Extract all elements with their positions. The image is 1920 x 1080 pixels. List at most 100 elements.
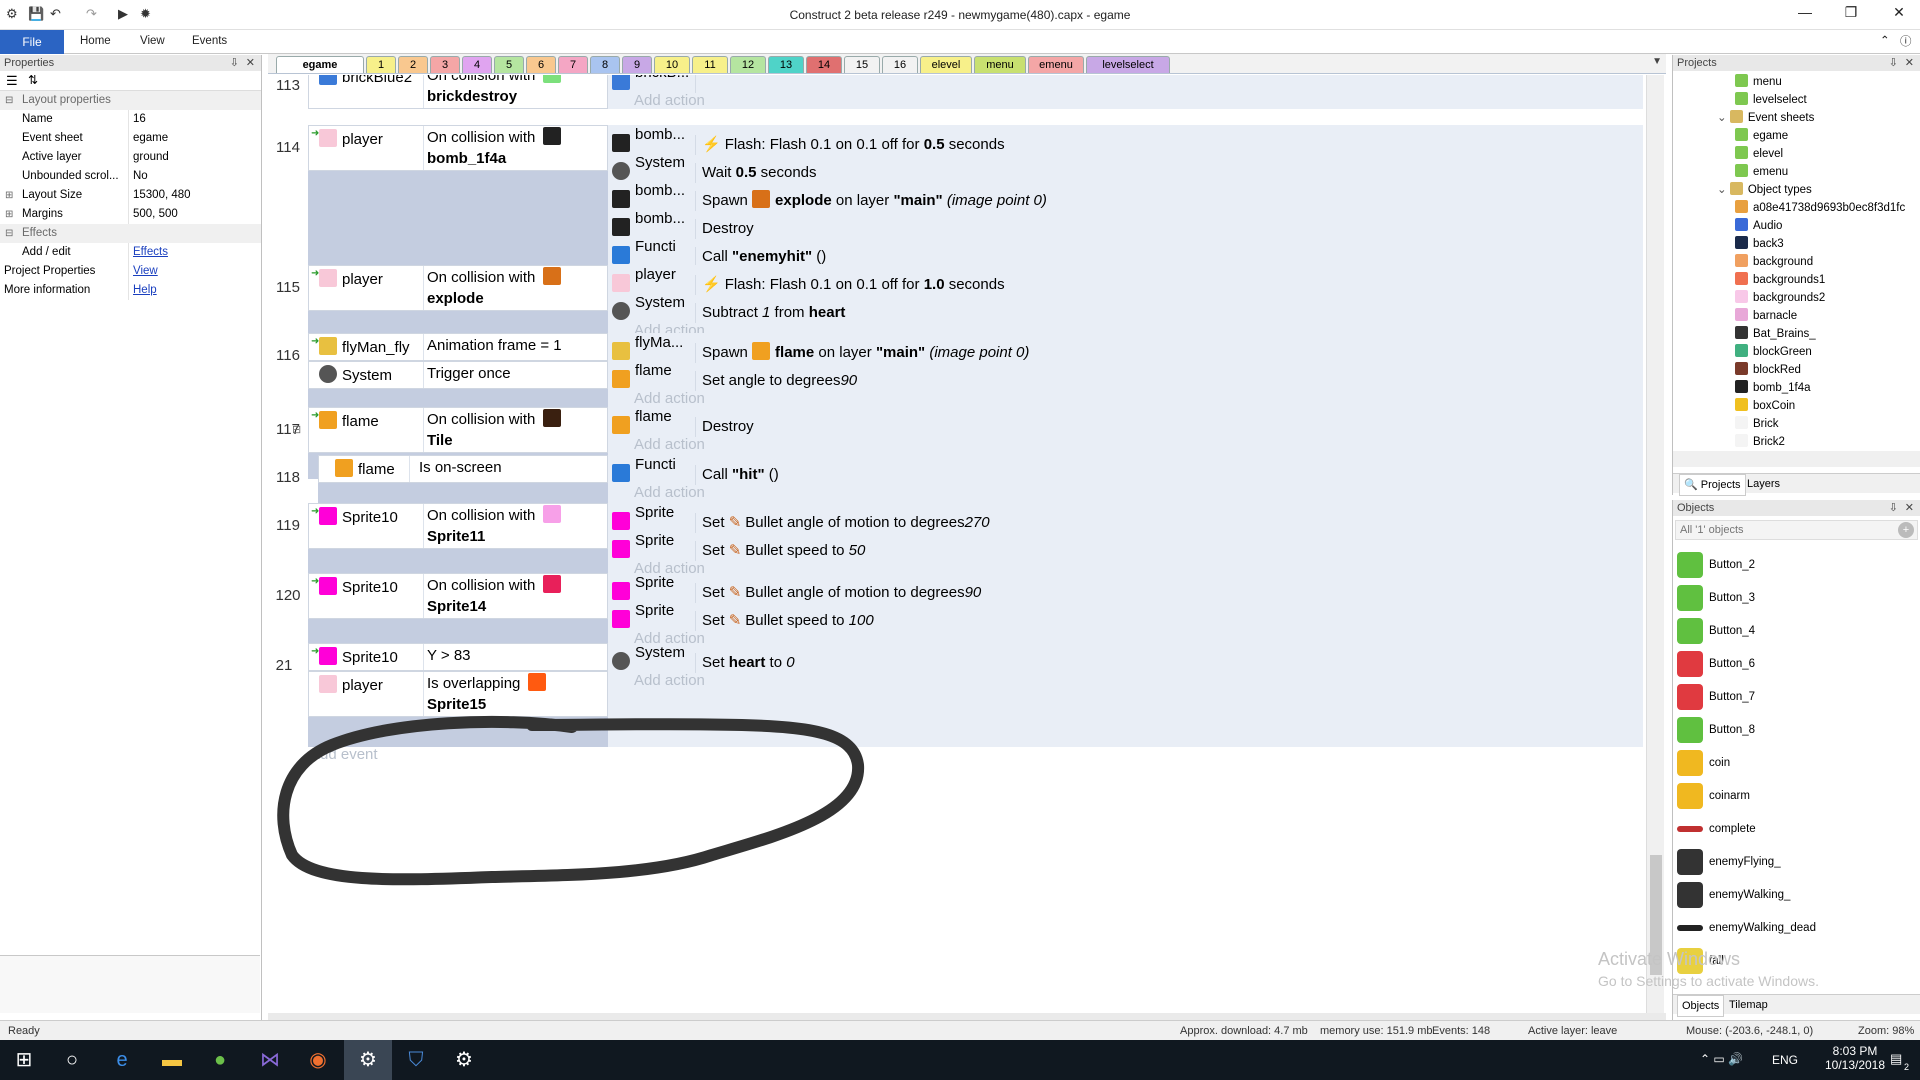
project-tree-item[interactable]: ⌄ Object types	[1717, 181, 1812, 199]
action[interactable]: System Set heart to 0	[612, 639, 1632, 674]
tab-tilemap[interactable]: Tilemap	[1729, 995, 1768, 1015]
object-list-item[interactable]: Button_7	[1677, 682, 1755, 712]
project-tree-item[interactable]: menu	[1735, 73, 1782, 91]
close-icon[interactable]: ✕	[246, 55, 255, 71]
condition[interactable]: System Trigger once	[308, 361, 608, 389]
object-list-item[interactable]: enemyWalking_	[1677, 880, 1790, 910]
tab-12[interactable]: 12	[730, 56, 766, 73]
condition[interactable]: Sprite10 ➜ On collision with Sprite14	[308, 573, 608, 619]
project-tree-item[interactable]: backgrounds1	[1735, 271, 1825, 289]
project-tree-item[interactable]: boxCoin	[1735, 397, 1795, 415]
tab-3[interactable]: 3	[430, 56, 460, 73]
project-tree-item[interactable]: Brick2	[1735, 433, 1785, 451]
action[interactable]: Functi Call "hit" ()	[612, 451, 1632, 486]
object-list-item[interactable]: Button_4	[1677, 616, 1755, 646]
add-action-link[interactable]: Add action	[634, 667, 705, 695]
action[interactable]: SpriteSet ✎ Bullet angle of motion to deg…	[612, 499, 1632, 534]
defender-icon[interactable]: ⛉	[392, 1040, 440, 1080]
events-scrollbar[interactable]	[1646, 75, 1664, 1013]
action[interactable]: SystemSubtract 1 from heart	[612, 289, 1632, 324]
action[interactable]: SystemWait 0.5 seconds	[612, 149, 1632, 184]
prop-add-edit-effects[interactable]: Add / edit Effects	[0, 243, 261, 262]
tab-8[interactable]: 8	[590, 56, 620, 73]
project-tree-item[interactable]: backgrounds2	[1735, 289, 1825, 307]
object-list-item[interactable]: enemyFlying_	[1677, 847, 1781, 877]
help-link[interactable]: Help	[133, 281, 157, 300]
notification-icon[interactable]: ▤	[1890, 1051, 1902, 1067]
prop-more-information[interactable]: More information Help	[0, 281, 261, 300]
action[interactable]: player⚡ Flash: Flash 0.1 on 0.1 off for 1…	[612, 261, 1632, 296]
project-tree-item[interactable]: blockGreen	[1735, 343, 1812, 361]
search-icon[interactable]: ○	[48, 1040, 96, 1080]
action[interactable]: bomb...Spawn explode on layer "main" (im…	[612, 177, 1632, 212]
action[interactable]: bomb...⚡ Flash: Flash 0.1 on 0.1 off for …	[612, 121, 1632, 156]
condition[interactable]: brickBlue2 ➜ On collision with brickdestroy	[308, 75, 608, 109]
clock[interactable]: 8:03 PM 10/13/2018	[1820, 1044, 1890, 1072]
tab-6[interactable]: 6	[526, 56, 556, 73]
tab-5[interactable]: 5	[494, 56, 524, 73]
project-tree-item[interactable]: emenu	[1735, 163, 1788, 181]
project-tree-item[interactable]: a08e41738d9693b0ec8f3d1fc	[1735, 199, 1905, 217]
action[interactable]: flame Destroy	[612, 403, 1632, 438]
objects-filter[interactable]: +	[1675, 520, 1918, 540]
tab-1[interactable]: 1	[366, 56, 396, 73]
home-tab[interactable]: Home	[80, 35, 111, 47]
maximize-button[interactable]: ❐	[1836, 4, 1866, 21]
project-tree-item[interactable]: background	[1735, 253, 1813, 271]
project-tree-item[interactable]: levelselect	[1735, 91, 1807, 109]
event-row[interactable]: 119 Sprite10 ➜ On collision with Sprite11 Spr…	[268, 503, 1648, 577]
minimize-button[interactable]: —	[1790, 4, 1820, 20]
ribbon-collapse-icon[interactable]: ⌃	[1880, 33, 1890, 47]
project-tree-item[interactable]: back3	[1735, 235, 1784, 253]
tab-14[interactable]: 14	[806, 56, 842, 73]
tab-egame[interactable]: egame	[276, 56, 364, 73]
pin-icon[interactable]: ⇩	[1889, 55, 1898, 71]
prop-active-layer[interactable]: Active layer ground	[0, 148, 261, 167]
project-tree-hscroll[interactable]	[1673, 451, 1920, 467]
pin-icon[interactable]: ⇩	[230, 55, 239, 71]
action[interactable]: FunctiCall "enemyhit" ()	[612, 233, 1632, 268]
project-tree-item[interactable]: barnacle	[1735, 307, 1797, 325]
condition[interactable]: Sprite10 ➜ Y > 83	[308, 643, 608, 671]
project-tree-item[interactable]: Bat_Brains_	[1735, 325, 1816, 343]
add-action-link[interactable]: Add action	[634, 87, 705, 115]
prop-event-sheet[interactable]: Event sheet egame	[0, 129, 261, 148]
action[interactable]: Sprite Set ✎ Bullet speed to 50	[612, 527, 1632, 562]
prop-unbounded-scrolling[interactable]: Unbounded scrol... No	[0, 167, 261, 186]
tab-elevel[interactable]: elevel	[920, 56, 972, 73]
tab-menu[interactable]: menu	[974, 56, 1026, 73]
project-tree-item[interactable]: Brick	[1735, 415, 1779, 433]
object-list-item[interactable]: Button_8	[1677, 715, 1755, 745]
tab-13[interactable]: 13	[768, 56, 804, 73]
prop-name[interactable]: Name 16	[0, 110, 261, 129]
object-list-item[interactable]: enemyWalking_dead	[1677, 913, 1816, 943]
tab-7[interactable]: 7	[558, 56, 588, 73]
effects-category[interactable]: ⊟ Effects	[0, 224, 261, 243]
object-list-item[interactable]: Button_2	[1677, 550, 1755, 580]
language-indicator[interactable]: ENG	[1772, 1053, 1798, 1067]
condition[interactable]: flame ➜ On collision with Tile	[308, 407, 608, 453]
tab-layers[interactable]: Layers	[1747, 474, 1780, 494]
pin-icon[interactable]: ⇩	[1889, 500, 1898, 516]
tab-15[interactable]: 15	[844, 56, 880, 73]
file-tab[interactable]: File	[0, 30, 64, 54]
view-tab[interactable]: View	[140, 35, 165, 47]
tab-11[interactable]: 11	[692, 56, 728, 73]
events-hscroll[interactable]	[268, 1013, 1666, 1020]
firefox-icon[interactable]: ◉	[294, 1040, 342, 1080]
object-list-item[interactable]: coinarm	[1677, 781, 1750, 811]
tab-4[interactable]: 4	[462, 56, 492, 73]
object-list-item[interactable]: Button_3	[1677, 583, 1755, 613]
tab-levelselect[interactable]: levelselect	[1086, 56, 1170, 73]
effects-link[interactable]: Effects	[133, 243, 168, 262]
object-list-item[interactable]: Button_6	[1677, 649, 1755, 679]
collapse-icon[interactable]: ⊟	[292, 423, 301, 436]
project-tree-item[interactable]: elevel	[1735, 145, 1783, 163]
project-tree-item[interactable]: egame	[1735, 127, 1788, 145]
events-tab[interactable]: Events	[192, 35, 227, 47]
chrome-icon[interactable]: ●	[196, 1040, 244, 1080]
tray-icons[interactable]: ⌃ ▭ 🔊	[1700, 1052, 1743, 1066]
action[interactable]: flyMa...Spawn flame on layer "main" (ima…	[612, 329, 1632, 364]
close-icon[interactable]: ✕	[1905, 55, 1914, 71]
categorized-icon[interactable]: ☰	[6, 73, 18, 89]
